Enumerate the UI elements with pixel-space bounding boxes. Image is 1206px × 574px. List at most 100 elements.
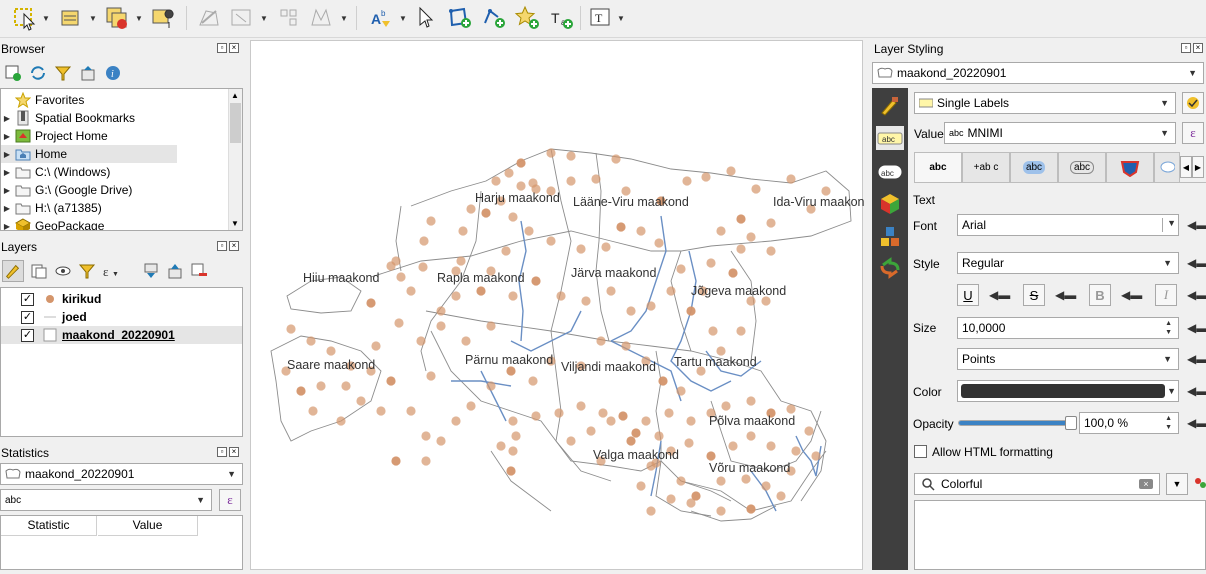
vertex-tool-icon[interactable] (228, 5, 254, 31)
tabs-scroll-left-button[interactable]: ◀ (1180, 156, 1192, 178)
style-manager-icon[interactable] (1194, 477, 1206, 491)
diagrams-tab-icon[interactable] (878, 224, 902, 248)
tab-callouts[interactable] (1154, 152, 1180, 182)
tab-formatting[interactable]: +ab c (962, 152, 1010, 182)
data-defined-override-icon[interactable]: ◀▬ (1187, 288, 1206, 302)
chevron-down-icon[interactable]: ▼ (135, 14, 143, 23)
size-input[interactable]: 10,0000 ▲ ▼ (957, 317, 1179, 339)
split-icon[interactable] (276, 5, 302, 31)
refresh-icon[interactable] (29, 64, 47, 82)
browser-item-project-home[interactable]: ▶ Project Home (1, 127, 229, 145)
expand-all-icon[interactable] (142, 262, 160, 280)
color-button[interactable]: ▼ (957, 380, 1179, 402)
float-icon[interactable]: ▫ (217, 241, 227, 251)
add-polygon-icon[interactable] (446, 5, 472, 31)
close-icon[interactable]: × (229, 43, 239, 53)
masks-tab-icon[interactable]: abc (878, 160, 902, 184)
label-tool-icon[interactable]: Ab (368, 5, 394, 31)
remove-layer-icon[interactable] (190, 262, 208, 280)
tab-background[interactable]: abc (1058, 152, 1106, 182)
collapse-all-icon[interactable] (166, 262, 184, 280)
map-canvas[interactable]: Harju maakond Lääne-Viru maakond Ida-Vir… (250, 40, 871, 570)
style-search-input[interactable]: Colorful × (914, 473, 1160, 495)
size-unit-select[interactable]: Points ▼ (957, 348, 1179, 370)
value-expression-button[interactable]: ε (1182, 122, 1204, 144)
layer-item-maakond[interactable]: ✓ maakond_20220901 (1, 326, 242, 344)
data-defined-override-icon[interactable]: ◀▬ (1187, 384, 1206, 398)
chevron-down-icon[interactable]: ▼ (617, 14, 625, 23)
browser-item-spatial-bookmarks[interactable]: ▶ Spatial Bookmarks (1, 109, 229, 127)
spin-buttons-icon[interactable]: ▲ ▼ (1165, 319, 1172, 337)
opacity-slider-handle[interactable] (1065, 416, 1077, 430)
opacity-input[interactable]: 100,0 % ▲ ▼ (1079, 412, 1179, 434)
add-line-icon[interactable] (480, 5, 506, 31)
select-features-icon[interactable] (12, 5, 38, 31)
chevron-down-icon[interactable]: ▼ (260, 14, 268, 23)
data-defined-override-icon[interactable]: ◀▬ (989, 288, 1010, 302)
reshape-icon[interactable] (308, 5, 334, 31)
tabs-scroll-right-button[interactable]: ▶ (1192, 156, 1204, 178)
add-text-icon[interactable]: Ta (548, 5, 574, 31)
symbology-tab-icon[interactable] (878, 94, 902, 118)
select-location-icon[interactable] (150, 5, 176, 31)
text-annotation-icon[interactable]: T (588, 5, 614, 31)
browser-item-favorites[interactable]: Favorites (1, 91, 229, 109)
labels-tab-icon[interactable]: abc (876, 126, 904, 150)
style-library-list[interactable] (914, 500, 1206, 570)
chevron-down-icon[interactable]: ▼ (89, 14, 97, 23)
collapse-all-icon[interactable] (79, 64, 97, 82)
chevron-down-icon[interactable]: ▼ (42, 14, 50, 23)
style-select[interactable]: Regular ▼ (957, 252, 1179, 274)
filter-icon[interactable] (54, 64, 72, 82)
3d-view-tab-icon[interactable] (878, 192, 902, 216)
statistics-column-header[interactable]: Value (98, 516, 198, 536)
float-icon[interactable]: ▫ (217, 43, 227, 53)
info-icon[interactable]: i (104, 64, 122, 82)
chevron-down-icon[interactable]: ▼ (399, 14, 407, 23)
close-icon[interactable]: × (1193, 43, 1203, 53)
spin-buttons-icon[interactable]: ▲ ▼ (1165, 414, 1172, 432)
close-icon[interactable]: × (229, 241, 239, 251)
clear-icon[interactable]: × (1139, 479, 1153, 489)
statistics-layer-select[interactable]: maakond_20220901 ▼ (0, 463, 243, 485)
tab-buffer[interactable]: abc (1010, 152, 1058, 182)
label-mode-select[interactable]: Single Labels ▼ (914, 92, 1176, 114)
tab-text[interactable]: abc (914, 152, 962, 182)
label-value-field[interactable]: abc MNIMI ▼ (944, 122, 1176, 144)
italic-button[interactable]: I (1155, 284, 1177, 306)
pin-label-icon[interactable] (414, 5, 440, 31)
font-select[interactable]: Arial ▼ (957, 214, 1179, 236)
history-tab-icon[interactable] (878, 256, 902, 280)
browser-item-h-drive[interactable]: ▶ H:\ (a71385) (1, 199, 229, 217)
browser-item-g-drive[interactable]: ▶ G:\ (Google Drive) (1, 181, 229, 199)
data-defined-override-icon[interactable]: ◀▬ (1187, 256, 1206, 270)
filter-legend-icon[interactable] (78, 262, 96, 280)
auto-apply-button[interactable] (1182, 92, 1204, 114)
layer-item-kirikud[interactable]: ✓ kirikud (1, 290, 242, 308)
data-defined-override-icon[interactable]: ◀▬ (1187, 218, 1206, 232)
browser-item-home[interactable]: ▶ Home (1, 145, 177, 163)
float-icon[interactable]: ▫ (217, 447, 227, 457)
expression-button[interactable]: ε (219, 489, 241, 511)
statistics-field-select[interactable]: abc ▼ (0, 489, 212, 511)
browser-item-geopackage[interactable]: ▶ GeoPackage (1, 217, 229, 230)
select-by-value-icon[interactable] (58, 5, 84, 31)
data-defined-override-icon[interactable]: ◀▬ (1121, 288, 1142, 302)
browser-item-c-drive[interactable]: ▶ C:\ (Windows) (1, 163, 229, 181)
allow-html-checkbox[interactable] (914, 445, 927, 458)
opacity-slider[interactable] (958, 416, 1077, 430)
add-group-icon[interactable] (30, 262, 48, 280)
digitize-icon[interactable] (196, 5, 222, 31)
float-icon[interactable]: ▫ (1181, 43, 1191, 53)
add-selected-icon[interactable] (4, 64, 22, 82)
data-defined-override-icon[interactable]: ◀▬ (1187, 321, 1206, 335)
data-defined-override-icon[interactable]: ◀▬ (1187, 416, 1206, 430)
data-defined-override-icon[interactable]: ◀▬ (1055, 288, 1076, 302)
search-options-dropdown[interactable]: ▼ (1166, 473, 1188, 495)
browser-scrollbar[interactable]: ▲ ▼ (228, 89, 242, 230)
statistics-column-header[interactable]: Statistic (1, 516, 97, 536)
chevron-down-icon[interactable]: ▼ (340, 14, 348, 23)
layer-checkbox[interactable]: ✓ (21, 292, 34, 306)
filter-expression-icon[interactable]: ε ▼ (102, 262, 124, 280)
layer-checkbox[interactable]: ✓ (21, 328, 34, 342)
